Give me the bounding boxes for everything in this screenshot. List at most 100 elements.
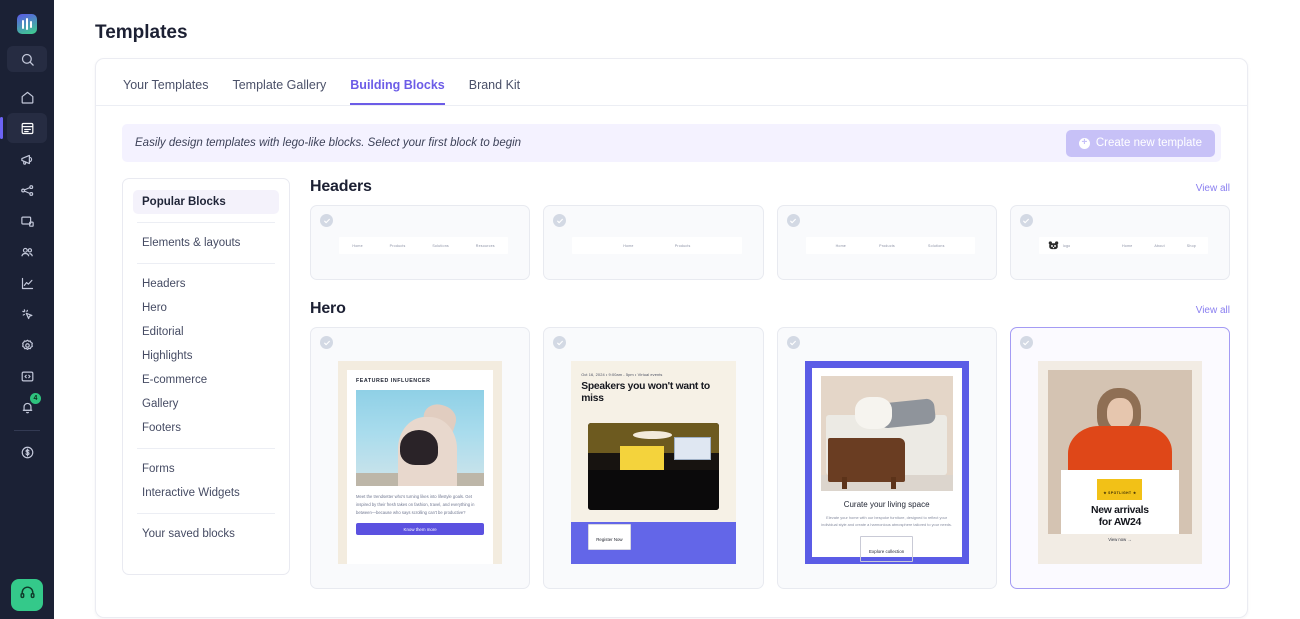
tab-template-gallery[interactable]: Template Gallery [232, 78, 326, 105]
cursor-click-icon [20, 307, 35, 322]
hero-preview-living-space: Curate your living space Elevate your hom… [804, 361, 969, 564]
hero-badge-label: ★ SPOTLIGHT ★ [1103, 490, 1137, 495]
hero-content-card: ★ SPOTLIGHT ★ New arrivals for AW24 View no… [1060, 470, 1179, 542]
header-nav-link: Solutions [928, 243, 945, 248]
hero-cta-button[interactable]: Register Now [588, 524, 631, 550]
hero-kicker: FEATURED INFLUENCER [356, 378, 431, 384]
tab-brand-kit[interactable]: Brand Kit [469, 78, 520, 105]
category-hero[interactable]: Hero [133, 296, 279, 320]
create-new-template-button[interactable]: + Create new template [1065, 129, 1215, 157]
header-block-card[interactable]: Home Products Solutions Resources [310, 205, 531, 280]
header-logo-word: logo [1062, 243, 1071, 248]
page-title: Templates [95, 22, 188, 43]
check-circle-icon[interactable] [1019, 336, 1033, 349]
hero-view-all-link[interactable]: View all [1196, 305, 1230, 318]
header-nav-link: Home [352, 243, 363, 248]
panda-logo-icon [1048, 241, 1059, 250]
hero-cta-button[interactable]: Explore collection [859, 535, 914, 562]
header-preview: Home Products [572, 237, 742, 254]
section-headers-title: Headers [310, 178, 372, 195]
category-editorial[interactable]: Editorial [133, 320, 279, 344]
check-circle-icon[interactable] [786, 336, 800, 349]
info-banner: Easily design templates with lego-like b… [122, 124, 1221, 162]
code-icon [20, 369, 35, 384]
section-hero-title: Hero [310, 300, 346, 317]
sidebar-item-notifications[interactable]: 4 [7, 392, 47, 422]
hero-block-card[interactable]: Oct 16, 2024 • 9:00am - 5pm • Virtual ev… [543, 327, 764, 589]
hero-block-card[interactable]: Curate your living space Elevate your hom… [776, 327, 997, 589]
header-nav-group: Home Products [572, 244, 741, 248]
hero-body-text: Elevate your home with our bespoke furni… [821, 515, 952, 528]
tab-building-blocks[interactable]: Building Blocks [350, 78, 445, 105]
header-nav-link: Home [623, 243, 634, 248]
check-circle-icon[interactable] [320, 214, 333, 227]
support-button[interactable] [11, 579, 43, 611]
header-preview: Home Products Solutions Resources [339, 237, 509, 254]
hero-spotlight-badge: ★ SPOTLIGHT ★ [1097, 479, 1143, 500]
sidebar-item-audience[interactable] [7, 237, 47, 267]
check-circle-icon[interactable] [320, 336, 333, 349]
category-headers[interactable]: Headers [133, 272, 279, 296]
landing-page-icon [20, 214, 35, 229]
category-interactive-widgets[interactable]: Interactive Widgets [133, 481, 279, 505]
hero-cta-link[interactable]: View now → [1061, 537, 1179, 542]
hero-content-card: FEATURED INFLUENCER Meet the trendsetter … [347, 370, 494, 564]
category-divider [137, 513, 275, 514]
dollar-circle-icon [20, 445, 35, 460]
header-block-card[interactable]: logo Home About Shop [1009, 205, 1230, 280]
search-button[interactable] [7, 46, 47, 72]
tab-your-templates[interactable]: Your Templates [123, 78, 208, 105]
header-nav-link: Home [835, 243, 846, 248]
section-headers-head: Headers View all [310, 178, 1230, 196]
hero-card-grid: FEATURED INFLUENCER Meet the trendsetter … [310, 327, 1230, 589]
sidebar-item-templates[interactable] [0, 113, 47, 143]
category-forms[interactable]: Forms [133, 457, 279, 481]
hero-cta-button[interactable]: Know them more [356, 523, 485, 536]
headers-view-all-link[interactable]: View all [1196, 183, 1230, 196]
section-headers: Headers View all Home Products Solutions Re… [310, 178, 1230, 280]
hero-block-card[interactable]: ★ SPOTLIGHT ★ New arrivals for AW24 View no… [1009, 327, 1230, 589]
hero-photo-influencer [356, 390, 485, 486]
check-circle-icon[interactable] [1019, 214, 1033, 227]
sidebar-item-settings[interactable] [7, 330, 47, 360]
hero-cta-label: Register Now [596, 537, 623, 542]
category-your-saved-blocks[interactable]: Your saved blocks [133, 522, 279, 546]
hero-event-meta: Oct 16, 2024 • 9:00am - 5pm • Virtual ev… [581, 372, 663, 377]
header-nav-group: Home Products Solutions [806, 244, 975, 248]
category-highlights[interactable]: Highlights [133, 344, 279, 368]
header-nav-group: Home Products Solutions Resources [339, 244, 508, 248]
sidebar-item-billing[interactable] [7, 437, 47, 467]
category-footers[interactable]: Footers [133, 416, 279, 440]
sidebar-item-developers[interactable] [7, 361, 47, 391]
sidebar-item-integrations[interactable] [7, 299, 47, 329]
hero-block-card[interactable]: FEATURED INFLUENCER Meet the trendsetter … [310, 327, 531, 589]
category-gallery[interactable]: Gallery [133, 392, 279, 416]
hero-title: Curate your living space [843, 500, 930, 509]
app-logo[interactable] [17, 14, 37, 34]
category-popular-blocks[interactable]: Popular Blocks [133, 190, 279, 214]
check-circle-icon[interactable] [553, 214, 567, 227]
hero-preview-new-arrivals: ★ SPOTLIGHT ★ New arrivals for AW24 View no… [1037, 361, 1202, 564]
hero-content-card: Curate your living space Elevate your hom… [811, 368, 962, 562]
notification-badge: 4 [30, 393, 41, 404]
sidebar-item-landing-pages[interactable] [7, 206, 47, 236]
category-e-commerce[interactable]: E-commerce [133, 368, 279, 392]
check-circle-icon[interactable] [786, 214, 800, 227]
check-circle-icon[interactable] [553, 336, 567, 349]
header-preview: logo Home About Shop [1038, 237, 1208, 254]
header-block-card[interactable]: Home Products [543, 205, 764, 280]
category-elements-layouts[interactable]: Elements & layouts [133, 231, 279, 255]
sidebar-item-analytics[interactable] [7, 268, 47, 298]
sidebar-item-automations[interactable] [7, 175, 47, 205]
header-nav-link: Resources [475, 243, 495, 248]
sidebar-item-campaigns[interactable] [7, 144, 47, 174]
category-divider [137, 222, 275, 223]
category-divider [137, 263, 275, 264]
header-block-card[interactable]: Home Products Solutions [776, 205, 997, 280]
tab-bar: Your Templates Template Gallery Building B… [96, 59, 1247, 106]
workflow-icon [20, 183, 35, 198]
section-hero-head: Hero View all [310, 300, 1230, 318]
sidebar-item-home[interactable] [7, 82, 47, 112]
header-nav-link: Solutions [432, 243, 449, 248]
header-nav-link: Home [1122, 243, 1133, 248]
